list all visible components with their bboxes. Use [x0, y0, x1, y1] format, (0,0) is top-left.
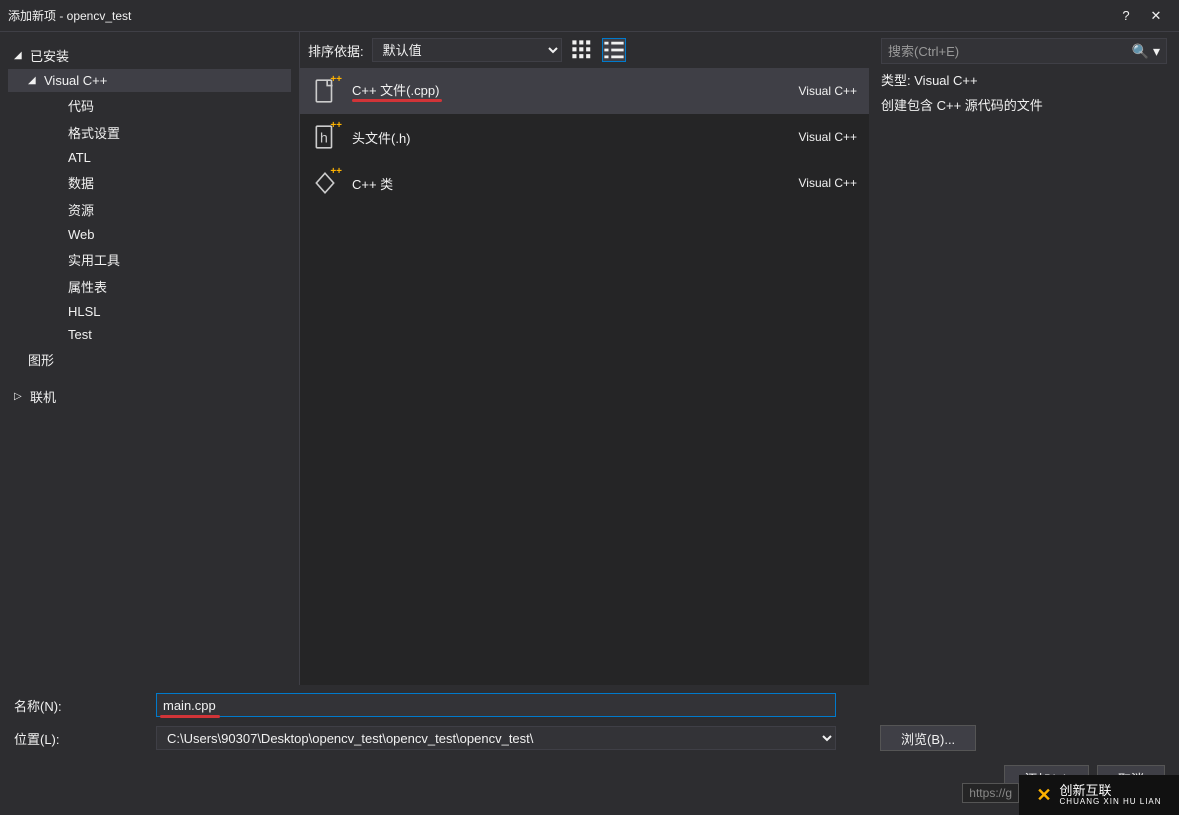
browse-button[interactable]: 浏览(B)...	[880, 725, 976, 751]
name-label: 名称(N):	[14, 696, 144, 715]
tree-item-util[interactable]: 实用工具	[8, 246, 291, 273]
template-lang: Visual C++	[799, 130, 857, 144]
header-file-icon: h ++	[312, 124, 338, 150]
tree-item-data[interactable]: 数据	[8, 169, 291, 196]
template-lang: Visual C++	[799, 176, 857, 190]
tree-item-format[interactable]: 格式设置	[8, 119, 291, 146]
template-cpp-file[interactable]: ++ C++ 文件(.cpp) Visual C++	[300, 68, 869, 114]
template-list: ++ C++ 文件(.cpp) Visual C++ h ++ 头文件(.h) …	[300, 68, 869, 685]
chevron-down-icon: ◢	[14, 50, 26, 61]
help-button[interactable]: ?	[1111, 8, 1141, 23]
sidebar: ◢已安装 ◢Visual C++ 代码 格式设置 ATL 数据 资源 Web 实…	[0, 32, 300, 685]
window-title: 添加新项 - opencv_test	[8, 7, 1111, 24]
tree-visual-cpp[interactable]: ◢Visual C++	[8, 69, 291, 92]
logo-subtext: CHUANG XIN HU LIAN	[1060, 797, 1162, 806]
watermark-logo: ✕ 创新互联 CHUANG XIN HU LIAN	[1019, 775, 1179, 815]
search-box[interactable]: 🔍 ▾	[881, 38, 1167, 64]
annotation-underline	[352, 99, 442, 102]
chevron-right-icon: ▷	[14, 391, 26, 402]
template-header-file[interactable]: h ++ 头文件(.h) Visual C++	[300, 114, 869, 160]
template-cpp-class[interactable]: ++ C++ 类 Visual C++	[300, 160, 869, 206]
template-name: 头文件(.h)	[352, 128, 785, 147]
logo-text: 创新互联	[1060, 785, 1162, 797]
tree-graphics[interactable]: 图形	[8, 346, 291, 373]
annotation-underline	[160, 715, 220, 718]
tree-item-code[interactable]: 代码	[8, 92, 291, 119]
grid-icon	[571, 39, 593, 61]
chevron-down-icon: ◢	[28, 75, 40, 86]
watermark-url: https://g	[962, 783, 1019, 803]
search-icon[interactable]: 🔍 ▾	[1132, 43, 1160, 60]
logo-icon: ✕	[1036, 785, 1051, 806]
grid-view-button[interactable]	[570, 38, 594, 62]
center-column: 排序依据: 默认值 ++ C++ 文件(.cpp) Visual C++	[300, 32, 869, 685]
location-input[interactable]: C:\Users\90307\Desktop\opencv_test\openc…	[156, 726, 836, 750]
location-row: 位置(L): C:\Users\90307\Desktop\opencv_tes…	[14, 725, 1165, 751]
tree-installed[interactable]: ◢已安装	[8, 42, 291, 69]
list-view-button[interactable]	[602, 38, 626, 62]
cpp-class-icon: ++	[312, 170, 338, 196]
close-button[interactable]: ✕	[1141, 8, 1171, 24]
sort-label: 排序依据:	[308, 41, 364, 60]
tree-item-propsheet[interactable]: 属性表	[8, 273, 291, 300]
location-label: 位置(L):	[14, 729, 144, 748]
title-bar: 添加新项 - opencv_test ? ✕	[0, 0, 1179, 32]
template-lang: Visual C++	[799, 84, 857, 98]
template-name: C++ 类	[352, 174, 785, 193]
toolbar: 排序依据: 默认值	[300, 32, 869, 68]
template-name: C++ 文件(.cpp)	[352, 80, 785, 99]
svg-text:h: h	[320, 129, 328, 145]
tree-item-resource[interactable]: 资源	[8, 196, 291, 223]
tree-item-hlsl[interactable]: HLSL	[8, 300, 291, 323]
list-icon	[603, 39, 625, 61]
search-input[interactable]	[888, 44, 1132, 59]
type-info: 类型: Visual C++	[881, 70, 1167, 89]
name-row: 名称(N):	[14, 693, 1165, 717]
tree-item-web[interactable]: Web	[8, 223, 291, 246]
tree-item-atl[interactable]: ATL	[8, 146, 291, 169]
cpp-file-icon: ++	[312, 78, 338, 104]
tree-item-test[interactable]: Test	[8, 323, 291, 346]
tree-online[interactable]: ▷联机	[8, 383, 291, 410]
main-area: ◢已安装 ◢Visual C++ 代码 格式设置 ATL 数据 资源 Web 实…	[0, 32, 1179, 685]
sort-dropdown[interactable]: 默认值	[372, 38, 562, 62]
description: 创建包含 C++ 源代码的文件	[881, 95, 1167, 114]
right-pane: 🔍 ▾ 类型: Visual C++ 创建包含 C++ 源代码的文件	[869, 32, 1179, 685]
name-input[interactable]	[156, 693, 836, 717]
